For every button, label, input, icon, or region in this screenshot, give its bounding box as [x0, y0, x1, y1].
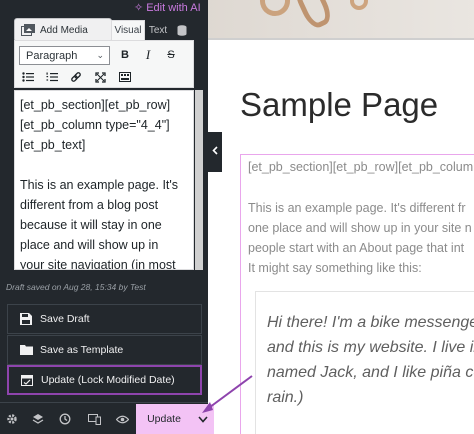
- body-line: It might say something like this:: [248, 261, 422, 275]
- body-line: one place and will show up in your site …: [248, 221, 472, 235]
- chevron-left-icon: [212, 146, 218, 158]
- shortcode-line: [et_pb_section][et_pb_row]: [20, 98, 171, 112]
- blockquote: Hi there! I'm a bike messenger and this …: [267, 310, 474, 410]
- folder-icon: [20, 344, 33, 356]
- preview-header-divider: [208, 38, 474, 40]
- bold-button[interactable]: B: [116, 46, 134, 64]
- add-media-button[interactable]: Add Media: [14, 18, 112, 42]
- update-lock-modified-date-button[interactable]: Update (Lock Modified Date): [7, 365, 202, 395]
- hero-image: [208, 0, 474, 38]
- chevron-down-icon[interactable]: [192, 404, 214, 434]
- format-select[interactable]: Paragraph ⌄: [19, 46, 110, 65]
- database-icon[interactable]: [174, 20, 190, 40]
- update-lock-label: Update (Lock Modified Date): [41, 374, 175, 386]
- save-as-template-button[interactable]: Save as Template: [7, 335, 202, 365]
- draft-saved-note: Draft saved on Aug 28, 15:34 by Test: [6, 282, 146, 292]
- format-select-value: Paragraph: [26, 49, 78, 62]
- shortcode-line: [et_pb_column type="4_4"]: [20, 118, 170, 132]
- numbered-list-icon[interactable]: [43, 68, 61, 86]
- eye-icon[interactable]: [114, 411, 130, 427]
- chevron-down-icon: ⌄: [96, 50, 104, 60]
- toolbar-toggle-icon[interactable]: [116, 68, 134, 86]
- paragraph-line: place and will show up in: [20, 238, 159, 252]
- save-draft-label: Save Draft: [40, 313, 90, 325]
- paragraph-line: different from a blog post: [20, 198, 159, 212]
- body-line: people start with an About page that int: [248, 241, 465, 255]
- gear-icon[interactable]: [4, 411, 20, 427]
- page-title: Sample Page: [240, 86, 439, 123]
- collapse-sidebar-button[interactable]: [208, 132, 222, 172]
- media-icon: [21, 24, 35, 36]
- tab-text[interactable]: Text: [146, 20, 170, 40]
- calendar-icon: [21, 374, 33, 386]
- paragraph-line: This is an example page. It's: [20, 178, 179, 192]
- content-editor[interactable]: [et_pb_section][et_pb_row] [et_pb_column…: [14, 90, 194, 270]
- link-icon[interactable]: [67, 68, 85, 86]
- quote-line: rain.): [267, 389, 304, 406]
- editor-sidebar: ✧ Edit with AI Add Media Visual Text Par…: [0, 0, 208, 434]
- quote-line: and this is my website. I live in: [267, 339, 474, 356]
- paragraph-line: your site navigation (in most: [20, 258, 176, 270]
- save-as-template-label: Save as Template: [40, 344, 124, 356]
- responsive-view-icon[interactable]: [86, 411, 102, 427]
- save-draft-button[interactable]: Save Draft: [7, 304, 202, 334]
- bulleted-list-icon[interactable]: [19, 68, 37, 86]
- italic-button[interactable]: I: [139, 46, 157, 64]
- sparkle-icon: ✧: [134, 2, 144, 14]
- tab-visual[interactable]: Visual: [111, 20, 145, 40]
- edit-with-ai-button[interactable]: ✧ Edit with AI: [134, 1, 201, 15]
- preview-shortcode-line: [et_pb_section][et_pb_row][et_pb_colum: [248, 160, 474, 174]
- update-button[interactable]: Update: [136, 404, 192, 434]
- editor-toolbar: Paragraph ⌄ B I S: [14, 40, 194, 88]
- edit-with-ai-label: Edit with AI: [146, 1, 201, 14]
- quote-line: named Jack, and I like piña co: [267, 364, 474, 381]
- fullscreen-icon[interactable]: [91, 68, 109, 86]
- add-media-label: Add Media: [40, 24, 88, 36]
- layers-icon[interactable]: [30, 411, 46, 427]
- strikethrough-button[interactable]: S: [162, 46, 180, 64]
- shortcode-line: [et_pb_text]: [20, 138, 86, 152]
- history-icon[interactable]: [57, 411, 73, 427]
- quote-line: Hi there! I'm a bike messenger: [267, 314, 474, 331]
- editor-scrollbar[interactable]: [195, 90, 203, 270]
- preview-body-text: This is an example page. It's different …: [248, 198, 474, 278]
- body-line: This is an example page. It's different …: [248, 201, 466, 215]
- save-icon: [20, 313, 32, 325]
- paragraph-line: because it will stay in one: [20, 218, 162, 232]
